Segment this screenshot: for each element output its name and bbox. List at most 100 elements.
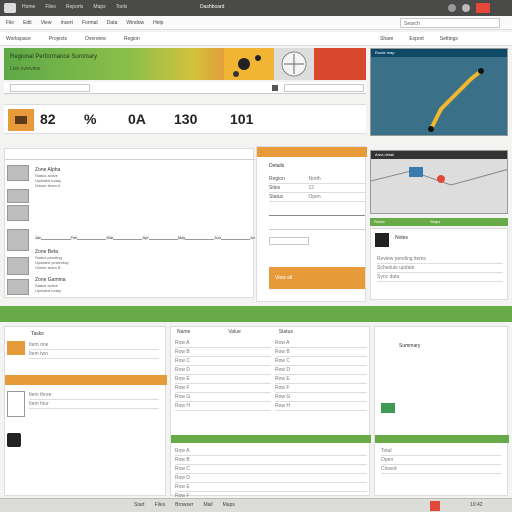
- col-header-value[interactable]: Value: [228, 329, 240, 335]
- summary-bar: [375, 435, 509, 443]
- export-link[interactable]: Export: [409, 36, 423, 42]
- task-item[interactable]: Item three: [29, 392, 159, 398]
- breadcrumb: Workspace Projects Overview Region: [6, 36, 140, 42]
- top-tab-2[interactable]: Reports: [66, 4, 84, 10]
- top-tab-0[interactable]: Home: [22, 4, 35, 10]
- taskbar-start[interactable]: Start: [134, 502, 145, 508]
- detail-input[interactable]: [269, 237, 309, 245]
- banner-image-3: [314, 48, 366, 80]
- detail-panel-header-bar: [257, 147, 367, 157]
- map-panel-2: Area detail: [370, 150, 508, 214]
- view-all-button[interactable]: View all: [275, 275, 292, 281]
- timeline: Jan Feb Mar Apr May Jun Jul: [35, 235, 255, 243]
- task-item[interactable]: Item four: [29, 401, 159, 407]
- filter-select[interactable]: [284, 84, 364, 92]
- taskbar-mail[interactable]: Mail: [203, 502, 212, 508]
- list-thumb-0[interactable]: [7, 165, 29, 181]
- timeline-marker[interactable]: Apr: [142, 235, 149, 240]
- menu-edit[interactable]: Edit: [23, 20, 32, 26]
- splash-graphic: [233, 55, 261, 77]
- list-item-line: Owner team B: [35, 265, 61, 270]
- field-key: Sites: [269, 185, 281, 191]
- note-line: Schedule update: [377, 265, 415, 271]
- summary-panel: Summary Total Open Closed: [374, 326, 509, 496]
- filter-input[interactable]: [10, 84, 90, 92]
- taskbar-maps[interactable]: Maps: [223, 502, 235, 508]
- dropdown-icon[interactable]: [272, 85, 278, 91]
- menu-insert[interactable]: Insert: [60, 20, 73, 26]
- menu-file[interactable]: File: [6, 20, 14, 26]
- table-cell: Row G: [175, 394, 191, 400]
- menu-help[interactable]: Help: [153, 20, 163, 26]
- table-section-bar: [171, 435, 371, 443]
- top-tab-3[interactable]: Maps: [93, 4, 105, 10]
- table-cell: Row B: [175, 349, 190, 355]
- timeline-marker[interactable]: Jul: [249, 235, 255, 240]
- map-legend-bar: Route Stops: [370, 218, 508, 226]
- col-header-status[interactable]: Status: [279, 329, 293, 335]
- breadcrumb-1[interactable]: Projects: [49, 36, 67, 42]
- table-cell: Row C: [175, 358, 191, 364]
- timeline-marker[interactable]: May: [177, 235, 186, 240]
- table-cell: Row F: [175, 385, 190, 391]
- section-divider: [0, 306, 512, 322]
- breadcrumb-3[interactable]: Region: [124, 36, 140, 42]
- list-thumb-5[interactable]: [7, 279, 29, 295]
- highlight-bar[interactable]: [5, 375, 167, 385]
- title-bar: Home Files Reports Maps Tools Dashboard: [0, 0, 512, 16]
- list-thumb-3[interactable]: [7, 229, 29, 251]
- breadcrumb-2[interactable]: Overview: [85, 36, 106, 42]
- top-tab-4[interactable]: Tools: [116, 4, 128, 10]
- col-header-name[interactable]: Name: [177, 329, 190, 335]
- timeline-marker[interactable]: Mar: [106, 235, 114, 240]
- list-thumb-2[interactable]: [7, 205, 29, 221]
- task-item[interactable]: Item two: [29, 351, 159, 357]
- task-thumb[interactable]: [7, 391, 25, 417]
- table-cell: Row H: [275, 403, 291, 409]
- field-value: North: [308, 176, 321, 182]
- menu-format[interactable]: Format: [82, 20, 98, 26]
- menu-data[interactable]: Data: [107, 20, 118, 26]
- list-thumb-1[interactable]: [7, 189, 29, 203]
- summary-title: Summary: [399, 343, 421, 349]
- timeline-marker[interactable]: Jan: [35, 235, 42, 240]
- filter-strip: [4, 82, 366, 94]
- field-value: 12: [308, 185, 315, 191]
- timeline-marker[interactable]: Feb: [70, 235, 78, 240]
- table-cell: Row G: [275, 394, 291, 400]
- route-map[interactable]: [371, 49, 508, 136]
- map2-label: Area detail: [375, 152, 395, 157]
- share-link[interactable]: Share: [380, 36, 393, 42]
- close-button[interactable]: [476, 3, 490, 13]
- stat-3: 130: [174, 111, 198, 127]
- menu-window[interactable]: Window: [126, 20, 144, 26]
- note-line: Review pending items: [377, 256, 426, 262]
- taskbar-files[interactable]: Files: [155, 502, 166, 508]
- taskbar-browser[interactable]: Browser: [175, 502, 193, 508]
- notes-title: Notes: [395, 235, 409, 241]
- settings-link[interactable]: Settings: [440, 36, 458, 42]
- table-panel: Name Value Status Row A Row B Row C Row …: [170, 326, 371, 501]
- app-title: Dashboard: [200, 4, 225, 10]
- stat-1: %: [84, 111, 97, 127]
- menu-view[interactable]: View: [41, 20, 52, 26]
- search-input[interactable]: Search: [400, 18, 500, 28]
- table-cell: Row E: [175, 484, 190, 490]
- list-thumb-4[interactable]: [7, 257, 29, 275]
- user-avatar[interactable]: [462, 4, 470, 12]
- notify-icon[interactable]: [448, 4, 456, 12]
- top-tab-1[interactable]: Files: [45, 4, 56, 10]
- table-cell: Row D: [175, 475, 191, 481]
- breadcrumb-0[interactable]: Workspace: [6, 36, 31, 42]
- menu-bar: File Edit View Insert Format Data Window…: [0, 16, 512, 30]
- area-map[interactable]: [371, 151, 508, 214]
- banner: Regional Performance Summary Live overvi…: [4, 48, 366, 80]
- task-item[interactable]: Item one: [29, 342, 159, 348]
- table-cell: Row D: [275, 367, 291, 373]
- left-list: Zone Alpha Status active Updated today O…: [4, 148, 255, 298]
- table-cell: Row F: [275, 385, 290, 391]
- table-cell: Row E: [175, 376, 190, 382]
- field-key: Region: [269, 176, 285, 182]
- timeline-marker[interactable]: Jun: [214, 235, 221, 240]
- notes-thumb: [375, 233, 389, 247]
